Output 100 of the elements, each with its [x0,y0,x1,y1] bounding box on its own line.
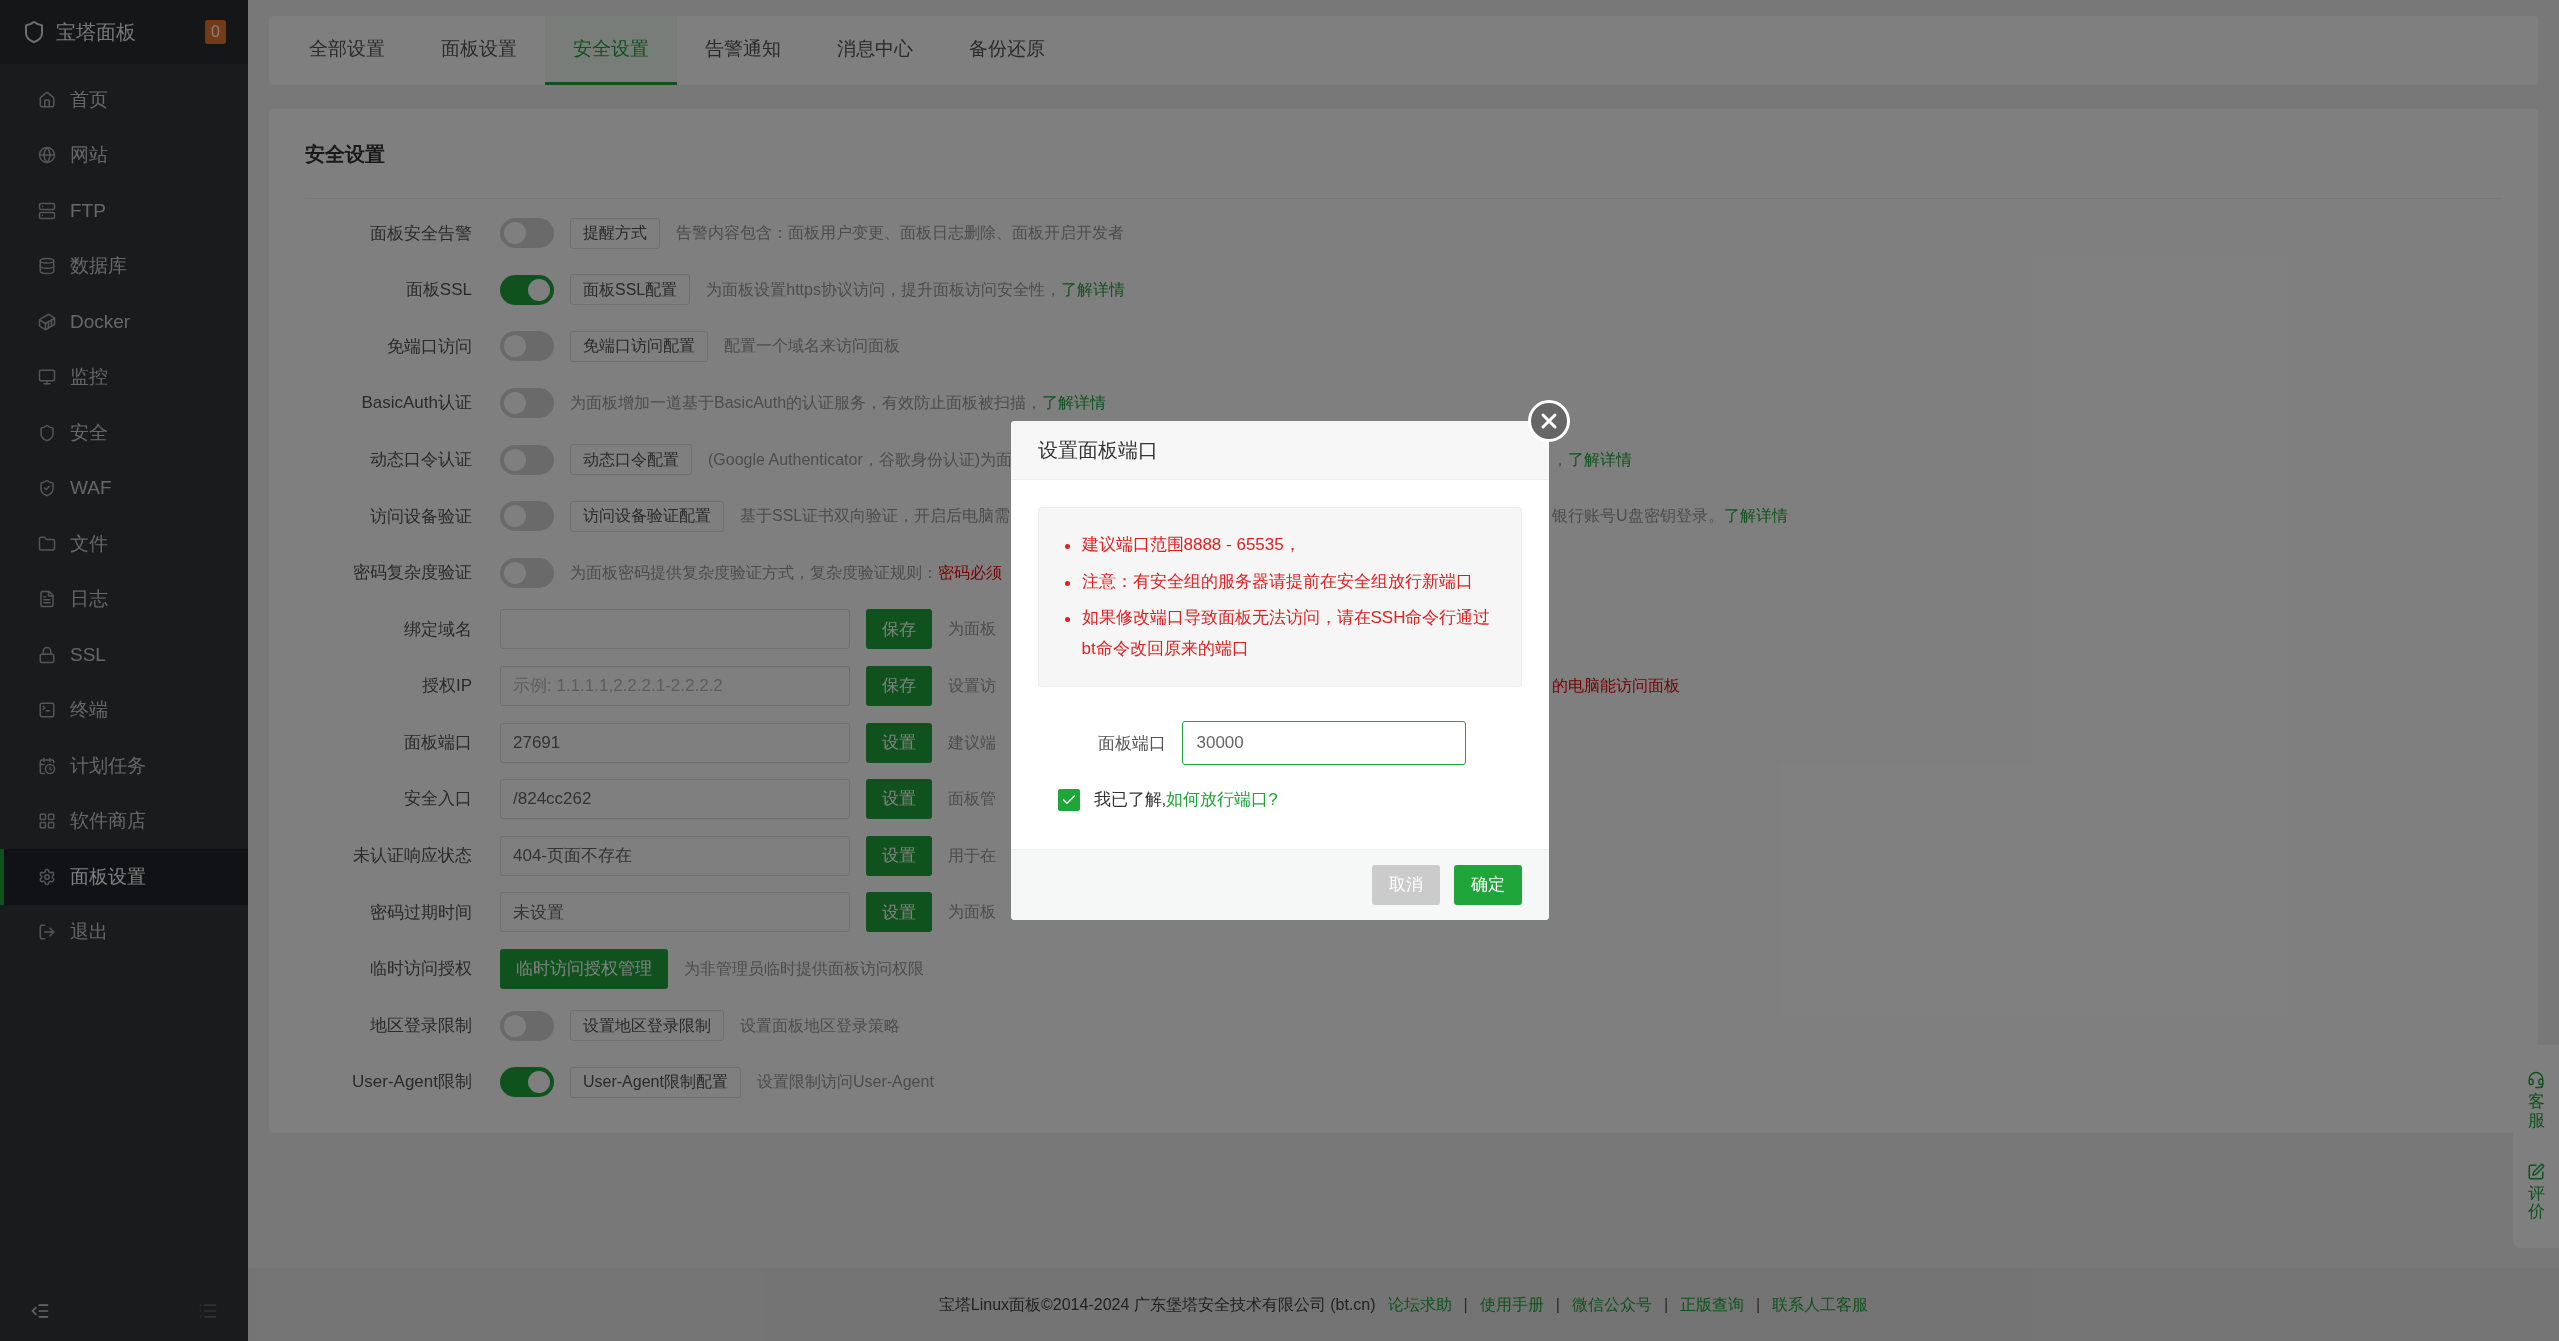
sidebar-item[interactable]: 计划任务 [0,738,248,794]
tab[interactable]: 告警通知 [677,16,809,85]
sidebar-item[interactable]: 日志 [0,571,248,627]
folder-icon [38,534,56,553]
shield-icon [38,423,56,442]
separator-text: | [1555,1294,1560,1315]
action-button[interactable]: 保存 [866,666,932,707]
agree-text: 我已了解, [1093,790,1167,810]
action-button[interactable]: 设置 [866,779,932,820]
sidebar-item[interactable]: 软件商店 [0,793,248,849]
tab[interactable]: 面板设置 [413,16,545,85]
bullet-icon [1064,580,1070,586]
config-button[interactable]: 动态口令配置 [570,444,692,476]
terminal-icon [38,701,56,720]
sidebar-item[interactable]: 网站 [0,127,248,183]
details-link[interactable]: 了解详情 [1568,447,1632,472]
tab[interactable]: 全部设置 [281,16,413,85]
lock-icon [38,645,56,664]
action-button[interactable]: 设置 [866,892,932,933]
separator-text: | [1663,1294,1669,1315]
sidebar-item[interactable]: SSL [0,627,248,683]
details-link[interactable]: 了解详情 [1060,277,1125,302]
notice-text: 建议端口范围8888 - 65535， [1081,534,1301,557]
field-label: 面板端口 [1097,732,1166,755]
container-icon [38,312,56,331]
action-button[interactable]: 设置 [866,835,932,876]
sidebar-item[interactable]: 监控 [0,349,248,405]
setting-label: 安全入口 [403,788,472,811]
headset-icon[interactable] [2527,1071,2545,1090]
footer-link[interactable]: 联系人工客服 [1772,1292,1869,1317]
settings-icon [38,867,56,886]
footer-link[interactable]: 使用手册 [1479,1292,1544,1317]
text-field[interactable]: 404-页面不存在 [500,835,850,876]
separator-text: | [1463,1294,1468,1315]
text-field[interactable]: /824cc262 [500,779,850,820]
bullet-icon [1064,544,1070,550]
sidebar-item[interactable]: 退出 [0,904,248,960]
notice-text: 如果修改端口导致面板无法访问，请在SSH命令行通过bt命令改回原来的端口 [1081,607,1492,660]
sidebar-item[interactable]: FTP [0,183,248,239]
calendar-icon [38,756,56,775]
sidebar-item[interactable]: 终端 [0,682,248,738]
setting-label: 授权IP [420,675,472,698]
sidebar-item[interactable]: WAF [0,460,248,516]
shield-check-icon [38,479,56,498]
setting-label: 面板端口 [403,731,472,754]
sidebar-item[interactable]: 数据库 [0,238,248,294]
sidebar-item[interactable]: 文件 [0,516,248,572]
details-link[interactable]: 了解详情 [1042,391,1107,416]
tab[interactable]: 安全设置 [545,16,677,85]
setting-label: 动态口令认证 [369,448,472,471]
config-button[interactable]: User-Agent限制配置 [570,1066,741,1098]
port-field[interactable]: 30000 [1181,721,1466,766]
setting-label: 地区登录限制 [369,1014,472,1037]
footer-link[interactable]: 微信公众号 [1571,1292,1652,1317]
warning-text: 密码必须 [938,562,1002,583]
collapse-icon[interactable] [30,1301,50,1321]
copyright-text: 宝塔Linux面板©2014-2024 广东堡塔安全技术有限公司 (bt.cn) [938,1294,1376,1315]
sidebar-item[interactable]: 首页 [0,72,248,128]
action-button[interactable]: 设置 [866,722,932,763]
widget-label[interactable]: 客服 [2527,1093,2545,1131]
setting-label: User-Agent限制 [351,1071,472,1094]
tab[interactable]: 备份还原 [941,16,1073,85]
action-button[interactable]: 临时访问授权管理 [500,949,668,989]
setting-label: 面板安全告警 [369,222,472,245]
text-field[interactable]: 未设置 [500,892,850,933]
sidebar-item[interactable]: 面板设置 [0,849,248,905]
action-button[interactable]: 保存 [866,609,932,650]
widget-label[interactable]: 评价 [2527,1184,2545,1222]
dialog-title: 设置面板端口 [1037,438,1158,464]
confirm-button[interactable]: 确定 [1453,864,1522,905]
config-button[interactable]: 提醒方式 [570,217,660,249]
logout-icon [38,923,56,942]
description-text: ， [1552,449,1568,470]
checkbox[interactable] [1057,789,1080,812]
config-button[interactable]: 设置地区登录限制 [570,1010,724,1042]
logo-text: 宝塔面板 [56,20,137,45]
section-title: 安全设置 [305,141,385,167]
sidebar-item[interactable]: Docker [0,294,248,350]
warning-text: 的电脑能访问面板 [1552,676,1680,697]
config-button[interactable]: 面板SSL配置 [570,274,691,306]
help-link[interactable]: 如何放行端口? [1166,790,1278,810]
setting-label: 免端口访问 [386,335,472,358]
notice-text: 注意：有安全组的服务器请提前在安全组放行新端口 [1081,570,1473,593]
config-button[interactable]: 访问设备验证配置 [570,500,724,532]
config-button[interactable]: 免端口访问配置 [570,331,708,362]
toggle-switch[interactable] [500,1067,554,1098]
tab[interactable]: 消息中心 [809,16,941,85]
toggle-switch[interactable] [500,274,554,305]
footer-link[interactable]: 正版查询 [1680,1292,1745,1317]
setting-label: 未认证响应状态 [352,845,472,868]
sidebar-item[interactable]: 安全 [0,405,248,461]
text-field[interactable]: 27691 [500,722,850,763]
notification-badge[interactable]: 0 [205,20,226,44]
footer-link[interactable]: 论坛求助 [1387,1292,1452,1317]
monitor-icon [38,368,56,387]
edit-icon[interactable] [2527,1162,2545,1181]
grid-icon [38,812,56,831]
details-link[interactable]: 了解详情 [1723,504,1788,529]
setting-label: 绑定域名 [403,618,472,641]
list-icon[interactable] [198,1301,218,1321]
